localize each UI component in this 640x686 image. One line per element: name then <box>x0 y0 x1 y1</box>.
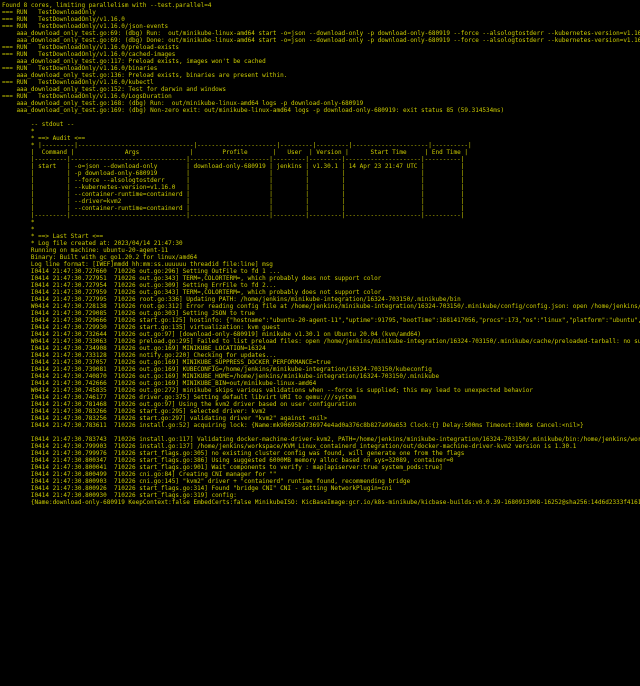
run-line: aaa_download_only_test.go:152: Test for … <box>2 86 226 93</box>
run-line: aaa_download_only_test.go:69: (dbg) Done… <box>2 37 640 44</box>
log-line: I0414 21:47:30.729085 710226 out.go:303]… <box>2 310 255 317</box>
log-line: Running on machine: ubuntu-20-agent-11 <box>2 247 168 254</box>
header-line: Found 8 cores, limiting parallelism with… <box>2 2 212 9</box>
log-line: * Log file created at: 2023/04/14 21:47:… <box>2 240 183 247</box>
run-line: === RUN TestDownloadOnly/v1.16.0/binarie… <box>2 65 157 72</box>
log-line: W0414 21:47:30.745835 710226 out.go:272]… <box>2 387 533 394</box>
run-line: === RUN TestDownloadOnly/v1.16.0 <box>2 16 125 23</box>
table-row: | | --container-runtime=containerd | | |… <box>2 205 464 212</box>
log-line: I0414 21:47:30.737057 710226 out.go:169]… <box>2 359 331 366</box>
log-line: I0414 21:47:30.800926 710226 start_flags… <box>2 485 392 492</box>
log-line: Binary: Built with gc go1.20.2 for linux… <box>2 254 197 261</box>
log-line: Log line format: [IWEF]mmdd hh:mm:ss.uuu… <box>2 261 273 268</box>
stdout-marker: -- stdout -- <box>2 121 74 128</box>
table-border: |---------|-----------------------------… <box>2 156 464 163</box>
table-row: | | -p download-only-680919 | | | | | | <box>2 170 464 177</box>
log-line: I0414 21:47:30.781468 710226 out.go:97] … <box>2 401 356 408</box>
run-line: === RUN TestDownloadOnly <box>2 9 96 16</box>
run-line: aaa_download_only_test.go:69: (dbg) Run:… <box>2 30 640 37</box>
log-line: I0414 21:47:30.800930 710226 start_flags… <box>2 492 237 499</box>
log-line: I0414 21:47:30.732644 710226 out.go:97] … <box>2 331 421 338</box>
run-line: === RUN TestDownloadOnly/v1.16.0/kubectl <box>2 79 154 86</box>
log-line: I0414 21:47:30.742666 710226 out.go:169]… <box>2 380 316 387</box>
last-start-header: * ==> Last Start <== <box>2 233 103 240</box>
log-line: {Name:download-only-680919 KeepContext:f… <box>2 499 640 506</box>
log-line: I0414 21:47:30.799903 710226 install.go:… <box>2 443 576 450</box>
run-line: === RUN TestDownloadOnly/v1.16.0/cached-… <box>2 51 175 58</box>
log-line: I0414 21:47:30.800903 710226 cni.go:145]… <box>2 478 410 485</box>
table-border: |---------|-----------------------------… <box>2 212 464 219</box>
log-line: I0414 21:47:30.800041 710226 start_flags… <box>2 464 443 471</box>
audit-header: * ==> Audit <== <box>2 135 85 142</box>
terminal-output: Found 8 cores, limiting parallelism with… <box>0 0 640 686</box>
run-line: aaa_download_only_test.go:169: (dbg) Non… <box>2 107 504 114</box>
log-line: I0414 21:47:30.799976 710226 start_flags… <box>2 450 464 457</box>
log-line: I0414 21:47:30.727954 710226 out.go:309]… <box>2 282 277 289</box>
run-line: === RUN TestDownloadOnly/v1.16.0/json-ev… <box>2 23 168 30</box>
log-line: W0414 21:47:30.728138 710226 root.go:312… <box>2 303 640 310</box>
run-line: aaa_download_only_test.go:136: Preload e… <box>2 72 287 79</box>
table-border: * |---------|---------------------------… <box>2 142 472 149</box>
run-line: aaa_download_only_test.go:168: (dbg) Run… <box>2 100 363 107</box>
log-line: I0414 21:47:30.800499 710226 cni.go:84] … <box>2 471 277 478</box>
log-line: I0414 21:47:30.733128 710226 notify.go:2… <box>2 352 277 359</box>
run-line: aaa_download_only_test.go:117: Preload e… <box>2 58 266 65</box>
table-row: | | --kubernetes-version=v1.16.0 | | | |… <box>2 184 464 191</box>
log-line: I0414 21:47:30.727995 710226 root.go:336… <box>2 296 461 303</box>
log-line: I0414 21:47:30.727951 710226 out.go:343]… <box>2 275 381 282</box>
log-line: W0414 21:47:30.733063 710226 preload.go:… <box>2 338 640 345</box>
table-row: | start | -o=json --download-only | down… <box>2 163 464 170</box>
table-row: | | --container-runtime=containerd | | |… <box>2 191 464 198</box>
log-line: I0414 21:47:30.729930 710226 start.go:13… <box>2 324 280 331</box>
log-line: I0414 21:47:30.727660 710226 out.go:296]… <box>2 268 280 275</box>
log-line: I0414 21:47:30.800347 710226 start_flags… <box>2 457 454 464</box>
log-line: I0414 21:47:30.727959 710226 out.go:343]… <box>2 289 381 296</box>
table-row: | | --driver=kvm2 | | | | | | <box>2 198 464 205</box>
run-line: === RUN TestDownloadOnly/v1.16.0/LogsDur… <box>2 93 172 100</box>
log-line: I0414 21:47:30.740870 710226 out.go:169]… <box>2 373 439 380</box>
log-line: I0414 21:47:30.739081 710226 out.go:169]… <box>2 366 432 373</box>
log-line: I0414 21:47:30.729666 710226 start.go:12… <box>2 317 640 324</box>
log-line: I0414 21:47:30.746177 710226 driver.go:3… <box>2 394 356 401</box>
log-line: I0414 21:47:30.783611 710226 install.go:… <box>2 422 584 429</box>
log-line: I0414 21:47:30.783266 710226 start.go:29… <box>2 408 266 415</box>
table-row: | | --force --alsologtostderr | | | | | … <box>2 177 464 184</box>
log-line: I0414 21:47:30.783256 710226 start.go:29… <box>2 415 327 422</box>
run-line: === RUN TestDownloadOnly/v1.16.0/preload… <box>2 44 179 51</box>
table-header-row: | Command | Args | Profile | User | Vers… <box>2 149 468 156</box>
log-line: I0414 21:47:30.783743 710226 install.go:… <box>2 436 640 443</box>
log-line: I0414 21:47:30.734908 710226 out.go:169]… <box>2 345 266 352</box>
